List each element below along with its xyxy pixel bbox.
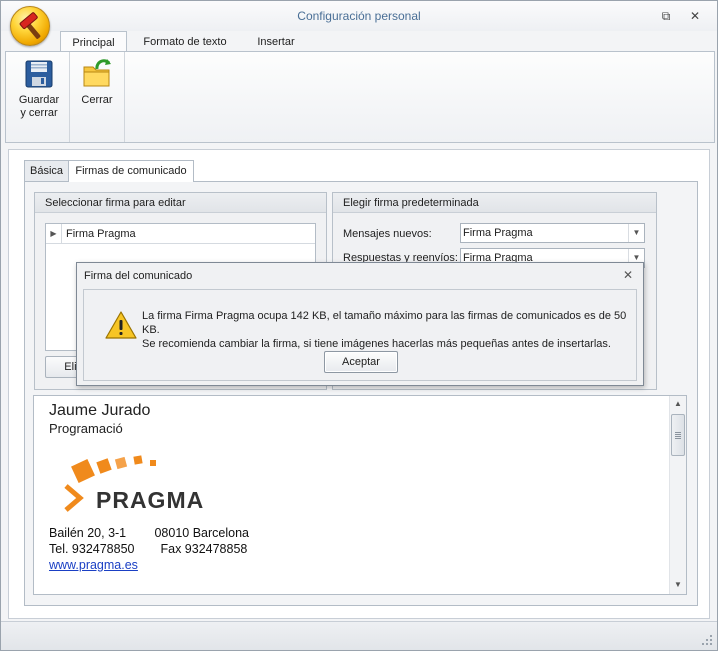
signature-editor[interactable]: Jaume Jurado Programació PRAGMA Bailén 2…	[33, 395, 687, 595]
title-bar: Configuración personal ⧉ ✕	[1, 1, 717, 31]
ribbon-tab-insertar[interactable]: Insertar	[245, 31, 307, 52]
website-link[interactable]: www.pragma.es	[49, 558, 138, 572]
new-messages-select[interactable]: Firma Pragma ▼	[460, 223, 645, 243]
signature-warning-dialog: Firma del comunicado ✕ La firma Firma Pr…	[76, 262, 644, 386]
scroll-down-icon[interactable]: ▼	[670, 577, 686, 593]
address: Bailén 20, 3-1	[49, 526, 127, 540]
save-and-close-button[interactable]: Guardar y cerrar	[14, 58, 64, 120]
list-item-label: Firma Pragma	[66, 228, 136, 240]
signature-scrollbar[interactable]: ▲ ▼	[669, 396, 686, 594]
signature-name: Jaume Jurado	[49, 402, 151, 419]
dialog-title-bar: Firma del comunicado ✕	[77, 263, 643, 287]
save-and-close-label-2: y cerrar	[20, 107, 58, 119]
app-menu-button[interactable]	[10, 6, 50, 46]
new-messages-label: Mensajes nuevos:	[343, 228, 432, 240]
signature-role: Programació	[49, 421, 123, 436]
scroll-thumb[interactable]	[671, 414, 685, 456]
ribbon-separator	[124, 52, 125, 142]
ribbon-tab-principal[interactable]: Principal	[60, 31, 127, 52]
hammer-icon	[19, 12, 41, 39]
settings-window: Configuración personal ⧉ ✕ Principal For…	[0, 0, 718, 651]
contact-line: Tel. 932478850 Fax 932478858	[49, 542, 247, 556]
dialog-title: Firma del comunicado	[84, 270, 193, 282]
dialog-message-line-2: Se recomienda cambiar la firma, si tiene…	[142, 338, 611, 350]
list-item[interactable]: ▶ Firma Pragma	[46, 224, 315, 244]
resize-grip-icon[interactable]	[701, 634, 713, 646]
dialog-message-line-1: La firma Firma Pragma ocupa 142 KB, el t…	[142, 310, 627, 336]
postal-city: 08010 Barcelona	[154, 526, 250, 540]
row-indicator-icon: ▶	[46, 224, 62, 244]
chevron-down-icon: ▼	[628, 224, 644, 242]
tab-basica[interactable]: Básica	[24, 160, 69, 181]
ribbon-tab-strip: Principal Formato de texto Insertar	[1, 31, 717, 52]
pragma-logo: PRAGMA	[64, 455, 204, 513]
close-label: Cerrar	[81, 94, 113, 106]
dialog-close-button[interactable]: ✕	[623, 268, 633, 282]
fax: Fax 932478858	[160, 542, 248, 556]
ribbon-panel: Guardar y cerrar Cerrar	[5, 51, 715, 143]
scroll-up-icon[interactable]: ▲	[670, 396, 686, 412]
dialog-message: La firma Firma Pragma ocupa 142 KB, el t…	[142, 309, 636, 351]
window-title: Configuración personal	[297, 9, 421, 23]
warning-icon	[105, 311, 137, 339]
save-and-close-label-1: Guardar	[18, 94, 60, 106]
close-button[interactable]: Cerrar	[74, 58, 120, 107]
new-messages-value: Firma Pragma	[463, 227, 533, 239]
floppy-disk-icon	[25, 60, 53, 88]
restore-button[interactable]: ⧉	[658, 8, 674, 24]
tab-firmas-de-comunicado[interactable]: Firmas de comunicado	[68, 160, 194, 182]
select-signature-group-title: Seleccionar firma para editar	[35, 193, 326, 213]
ribbon-separator	[69, 52, 70, 142]
phone: Tel. 932478850	[49, 542, 135, 556]
folder-close-icon	[83, 59, 111, 87]
window-close-button[interactable]: ✕	[687, 8, 703, 24]
default-signature-group-title: Elegir firma predeterminada	[333, 193, 656, 213]
pragma-logo-text: PRAGMA	[96, 487, 204, 513]
status-bar	[1, 621, 717, 650]
address-line: Bailén 20, 3-1 08010 Barcelona	[49, 526, 249, 540]
accept-button[interactable]: Aceptar	[324, 351, 398, 373]
ribbon-tab-formato-de-texto[interactable]: Formato de texto	[135, 31, 235, 52]
dialog-body: La firma Firma Pragma ocupa 142 KB, el t…	[83, 289, 637, 381]
